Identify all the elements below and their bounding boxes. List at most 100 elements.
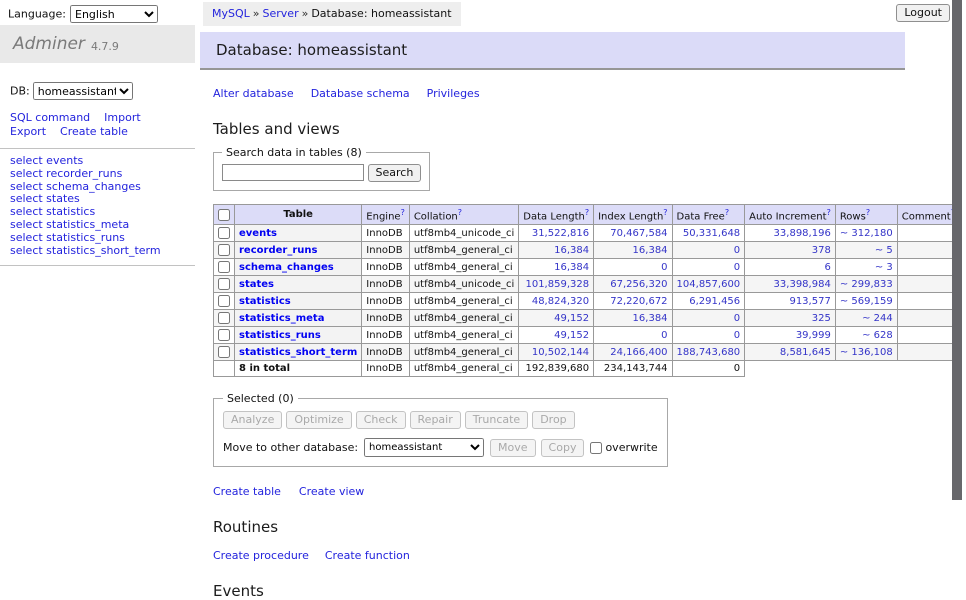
row-checkbox[interactable] [218, 227, 230, 239]
selected-buttons-row: AnalyzeOptimize CheckRepairTruncateDrop [223, 411, 658, 429]
engine-hint-link[interactable]: ? [401, 208, 405, 217]
col-header-label: Auto Increment [749, 211, 826, 222]
breadcrumb-server-link[interactable]: Server [263, 7, 299, 20]
engine-cell: InnoDB [362, 276, 410, 293]
sidebar-select-link[interactable]: select recorder_runs [10, 168, 195, 181]
create-procedure-link[interactable]: Create procedure [213, 549, 309, 562]
vertical-scrollbar-thumb[interactable] [952, 0, 962, 500]
col-header-label: Index Length [598, 211, 663, 222]
sidebar-select-link[interactable]: select statistics_runs [10, 232, 195, 245]
rows-count-cell: ~ 244 [835, 310, 897, 327]
engine-cell: InnoDB [362, 310, 410, 327]
import-link[interactable]: Import [104, 111, 141, 124]
table-row: statesInnoDButf8mb4_unicode_ci101,859,32… [214, 276, 960, 293]
index-length-cell: 24,166,400 [594, 344, 672, 361]
index-length-cell: 72,220,672 [594, 293, 672, 310]
rows-hint-link[interactable]: ? [866, 208, 870, 217]
rows-count-cell: ~ 299,833 [835, 276, 897, 293]
col-header-engine: Engine? [362, 205, 410, 225]
row-checkbox[interactable] [218, 278, 230, 290]
analyze-button[interactable]: Analyze [223, 411, 282, 429]
privileges-link[interactable]: Privileges [427, 87, 480, 100]
create-function-link[interactable]: Create function [325, 549, 410, 562]
auto-increment-cell: 325 [745, 310, 836, 327]
data-length-cell: 10,502,144 [519, 344, 594, 361]
select-all-checkbox[interactable] [218, 209, 230, 221]
routine-links: Create procedure Create function [213, 549, 966, 562]
row-checkbox[interactable] [218, 295, 230, 307]
row-select-cell [214, 259, 235, 276]
check-button[interactable]: Check [356, 411, 406, 429]
table-row: statistics_short_termInnoDButf8mb4_gener… [214, 344, 960, 361]
table-name-cell: recorder_runs [235, 242, 362, 259]
rows-count-cell: ~ 136,108 [835, 344, 897, 361]
table-name-link[interactable]: statistics_runs [239, 330, 321, 341]
export-link[interactable]: Export [10, 125, 46, 138]
row-checkbox[interactable] [218, 329, 230, 341]
sidebar-select-link[interactable]: select statistics_meta [10, 219, 195, 232]
auto-increment-hint-link[interactable]: ? [827, 208, 831, 217]
collation-cell: utf8mb4_general_ci [409, 242, 518, 259]
auto-increment-cell: 6 [745, 259, 836, 276]
total-data-length-cell: 192,839,680 [519, 361, 594, 377]
db-select[interactable]: homeassistant [33, 82, 133, 100]
engine-cell: InnoDB [362, 259, 410, 276]
row-select-cell [214, 225, 235, 242]
create-view-link[interactable]: Create view [299, 485, 364, 498]
repair-button[interactable]: Repair [410, 411, 461, 429]
db-label: DB: [10, 85, 30, 98]
table-name-cell: statistics_runs [235, 327, 362, 344]
table-name-link[interactable]: schema_changes [239, 262, 334, 273]
engine-cell: InnoDB [362, 327, 410, 344]
create-table-link[interactable]: Create table [213, 485, 281, 498]
data-free-hint-link[interactable]: ? [725, 208, 729, 217]
table-name-link[interactable]: statistics_short_term [239, 347, 357, 358]
main-content: MySQL»Server»Database: homeassistant Log… [200, 0, 966, 600]
table-name-link[interactable]: recorder_runs [239, 245, 317, 256]
search-input[interactable] [222, 164, 364, 181]
auto-increment-cell: 913,577 [745, 293, 836, 310]
row-checkbox[interactable] [218, 244, 230, 256]
row-checkbox[interactable] [218, 261, 230, 273]
overwrite-checkbox[interactable] [590, 442, 602, 454]
breadcrumb-mysql-link[interactable]: MySQL [212, 7, 250, 20]
table-name-link[interactable]: statistics_meta [239, 313, 324, 324]
data-length-hint-link[interactable]: ? [585, 208, 589, 217]
table-name-link[interactable]: events [239, 228, 277, 239]
collation-hint-link[interactable]: ? [458, 208, 462, 217]
sidebar-select-link[interactable]: select events [10, 155, 195, 168]
sql-command-link[interactable]: SQL command [10, 111, 90, 124]
language-select[interactable]: English [70, 5, 158, 23]
table-name-link[interactable]: states [239, 279, 274, 290]
breadcrumb: MySQL»Server»Database: homeassistant [203, 2, 461, 26]
language-row: Language: English [0, 0, 195, 25]
total-label-cell: 8 in total [235, 361, 362, 377]
comment-cell [897, 310, 959, 327]
copy-button[interactable]: Copy [541, 439, 585, 457]
table-row: statisticsInnoDButf8mb4_general_ci48,824… [214, 293, 960, 310]
app-version: 4.7.9 [91, 35, 119, 53]
page-title: Database: homeassistant [200, 32, 905, 70]
optimize-button[interactable]: Optimize [286, 411, 351, 429]
index-length-hint-link[interactable]: ? [663, 208, 667, 217]
create-table-sidebar-link[interactable]: Create table [60, 125, 128, 138]
alter-database-link[interactable]: Alter database [213, 87, 294, 100]
move-db-select[interactable]: homeassistant [364, 438, 484, 457]
row-checkbox[interactable] [218, 312, 230, 324]
drop-button[interactable]: Drop [532, 411, 574, 429]
table-name-link[interactable]: statistics [239, 296, 291, 307]
row-select-cell [214, 242, 235, 259]
move-button[interactable]: Move [490, 439, 536, 457]
col-header-auto-increment: Auto Increment? [745, 205, 836, 225]
auto-increment-cell: 33,898,196 [745, 225, 836, 242]
routines-heading: Routines [213, 518, 966, 536]
truncate-button[interactable]: Truncate [465, 411, 528, 429]
database-schema-link[interactable]: Database schema [311, 87, 410, 100]
search-button[interactable]: Search [368, 164, 422, 182]
col-header-index-length: Index Length? [594, 205, 672, 225]
database-actions: Alter database Database schema Privileges [213, 87, 966, 100]
logout-button[interactable]: Logout [896, 4, 950, 22]
sidebar-select-link[interactable]: select statistics_short_term [10, 245, 195, 258]
col-header-comment: Comment? [897, 205, 959, 225]
row-checkbox[interactable] [218, 346, 230, 358]
